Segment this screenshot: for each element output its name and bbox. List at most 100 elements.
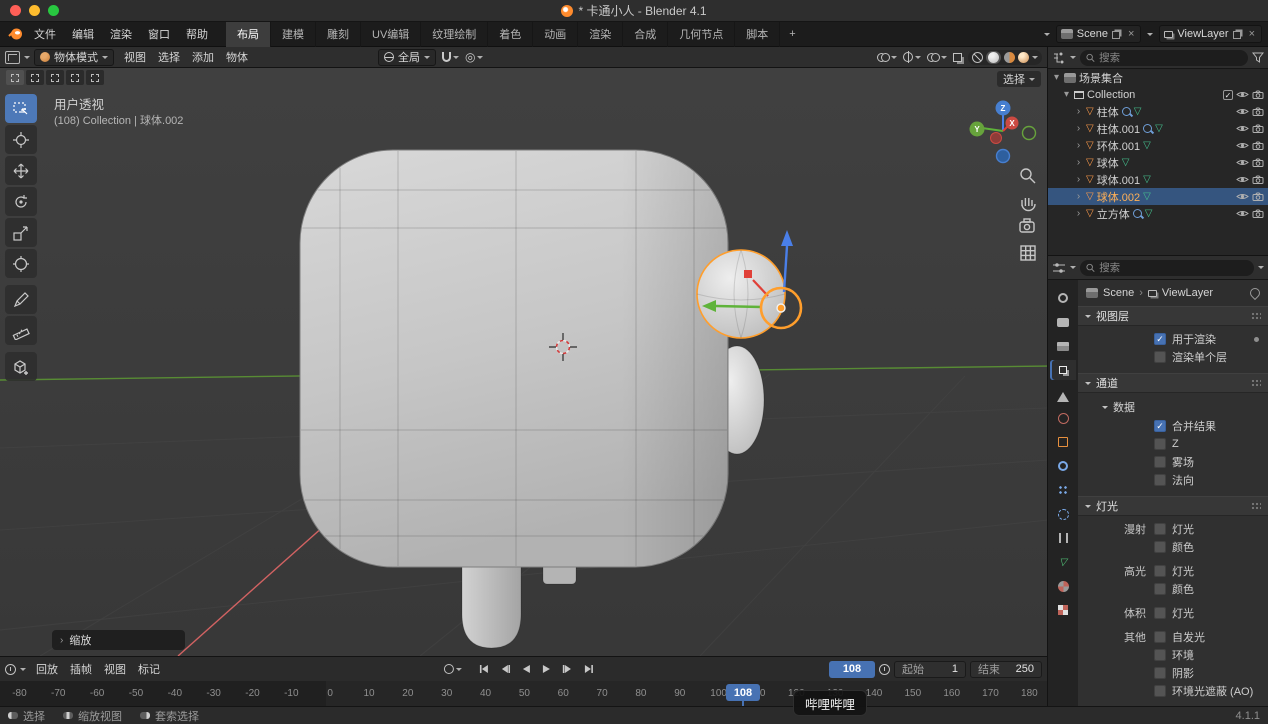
properties-tab[interactable]: ▽ [1050, 552, 1076, 572]
properties-tab[interactable] [1050, 504, 1076, 524]
hide-eye-icon[interactable] [1236, 192, 1249, 201]
panel-grip-icon[interactable] [1251, 379, 1261, 387]
checkbox[interactable]: ✓ [1154, 631, 1166, 643]
timeline-menu-item[interactable]: 插帧 [64, 659, 98, 679]
checkbox[interactable]: ✓ [1154, 456, 1166, 468]
expand-arrow-icon[interactable]: › [1074, 174, 1083, 185]
properties-tab[interactable] [1050, 432, 1076, 452]
mesh-data-icon[interactable]: ▽ [1143, 175, 1151, 185]
checkbox[interactable]: ✓ [1154, 438, 1166, 450]
timeline-ruler[interactable]: -80-70-60-50-40-30-20-100102030405060708… [0, 681, 1047, 707]
tool-add-cube[interactable] [5, 352, 37, 381]
current-frame-field[interactable]: 108 [829, 661, 875, 678]
auto-keying-toggle[interactable] [443, 664, 461, 674]
properties-tab[interactable] [1050, 312, 1076, 332]
viewlayer-selector[interactable]: ViewLayer × [1159, 25, 1262, 43]
panel-header-passes[interactable]: 通道 [1078, 373, 1268, 393]
expand-arrow-icon[interactable]: › [1074, 106, 1083, 117]
panel-header-view-layer[interactable]: 视图层 [1078, 306, 1268, 326]
panel-grip-icon[interactable] [1251, 502, 1261, 510]
add-workspace-button[interactable]: + [780, 28, 804, 40]
filter-funnel-icon[interactable] [1252, 52, 1264, 63]
expand-arrow-icon[interactable]: › [1074, 191, 1083, 202]
timeline-menu-item[interactable]: 视图 [98, 659, 132, 679]
hide-eye-icon[interactable] [1236, 90, 1249, 99]
gizmo-y-arrow[interactable] [716, 306, 762, 307]
select-mode-new-button[interactable] [6, 70, 24, 85]
collapse-arrow-icon[interactable]: ▾ [1052, 72, 1061, 83]
disable-render-icon[interactable] [1252, 158, 1264, 167]
tool-scale[interactable] [5, 218, 37, 247]
workspace-tab[interactable]: UV编辑 [361, 22, 421, 47]
overlays-dropdown[interactable] [927, 52, 947, 62]
workspace-tab[interactable]: 渲染 [578, 22, 623, 47]
modifier-icon[interactable] [1133, 209, 1142, 218]
workspace-tab[interactable]: 纹理绘制 [421, 22, 488, 47]
workspace-tab[interactable]: 脚本 [735, 22, 780, 47]
menu-item[interactable]: 窗口 [140, 23, 178, 45]
editor-type-caret-icon[interactable] [1070, 266, 1076, 272]
checkbox[interactable]: ✓ [1154, 667, 1166, 679]
tool-select-box[interactable] [5, 94, 37, 123]
subpanel-header-data[interactable]: 数据 [1078, 397, 1268, 417]
frame-start-field[interactable]: 起始1 [894, 661, 966, 678]
menu-item[interactable]: 渲染 [102, 23, 140, 45]
wireframe-shading-button[interactable] [972, 52, 983, 63]
expand-arrow-icon[interactable]: › [1074, 157, 1083, 168]
disable-render-icon[interactable] [1252, 192, 1264, 201]
checkbox[interactable]: ✓ [1154, 583, 1166, 595]
timeline-editor-icon[interactable] [5, 664, 16, 675]
outliner-search[interactable] [1080, 50, 1248, 66]
collection-checkbox[interactable]: ✓ [1223, 90, 1233, 100]
viewlayer-browse-icon[interactable] [1147, 33, 1153, 39]
hide-eye-icon[interactable] [1236, 158, 1249, 167]
modifier-icon[interactable] [1143, 124, 1152, 133]
nav-axis-y-neg-ball[interactable] [1023, 127, 1036, 140]
jump-to-end-button[interactable] [579, 661, 597, 677]
workspace-tab[interactable]: 雕刻 [316, 22, 361, 47]
mesh-data-icon[interactable]: ▽ [1143, 141, 1151, 151]
mode-dropdown[interactable]: 物体模式 [34, 49, 114, 66]
workspace-tab[interactable]: 几何节点 [668, 22, 735, 47]
outliner-object-row[interactable]: › ▽ 环体.001 ▽ [1048, 137, 1268, 154]
viewport-3d[interactable]: Z Y X 选择 用户透视 (108) Collection | 球体.002 [0, 68, 1048, 656]
properties-tab[interactable] [1050, 576, 1076, 596]
properties-search-input[interactable] [1099, 262, 1248, 274]
checkbox[interactable]: ✓ [1154, 685, 1166, 697]
timeline-menu-item[interactable]: 标记 [132, 659, 166, 679]
menu-item[interactable]: 编辑 [64, 23, 102, 45]
select-mode-intersect-button[interactable] [86, 70, 104, 85]
hide-eye-icon[interactable] [1236, 107, 1249, 116]
head-object[interactable] [300, 150, 728, 567]
properties-search[interactable] [1080, 260, 1254, 276]
viewport-menu-item[interactable]: 选择 [152, 47, 186, 67]
workspace-tab[interactable]: 着色 [488, 22, 533, 47]
hide-eye-icon[interactable] [1236, 141, 1249, 150]
new-viewlayer-icon[interactable] [1233, 31, 1241, 39]
solid-shading-active[interactable] [986, 51, 1001, 64]
tool-transform[interactable] [5, 249, 37, 278]
play-button[interactable] [537, 661, 555, 677]
shading-options-caret-icon[interactable] [1032, 56, 1038, 62]
new-scene-icon[interactable] [1112, 31, 1120, 39]
expand-arrow-icon[interactable]: › [1074, 123, 1083, 134]
unlink-scene-icon[interactable]: × [1126, 28, 1136, 40]
collapse-arrow-icon[interactable]: ▾ [1062, 89, 1071, 100]
frame-end-field[interactable]: 结束250 [970, 661, 1042, 678]
pin-icon[interactable] [1248, 286, 1262, 300]
panel-grip-icon[interactable] [1251, 312, 1261, 320]
select-mode-extend-button[interactable] [26, 70, 44, 85]
modifier-icon[interactable] [1122, 107, 1131, 116]
tool-move[interactable] [5, 156, 37, 185]
mesh-data-icon[interactable]: ▽ [1122, 158, 1130, 168]
checkbox[interactable]: ✓ [1154, 649, 1166, 661]
hide-eye-icon[interactable] [1236, 175, 1249, 184]
timeline-menu-item[interactable]: 回放 [30, 659, 64, 679]
gizmos-dropdown[interactable] [903, 52, 921, 62]
checkbox[interactable]: ✓ [1154, 541, 1166, 553]
properties-tab[interactable] [1050, 336, 1076, 356]
workspace-tab[interactable]: 动画 [533, 22, 578, 47]
tool-annotate[interactable] [5, 285, 37, 314]
properties-tab[interactable] [1050, 384, 1076, 404]
checkbox[interactable]: ✓ [1154, 474, 1166, 486]
